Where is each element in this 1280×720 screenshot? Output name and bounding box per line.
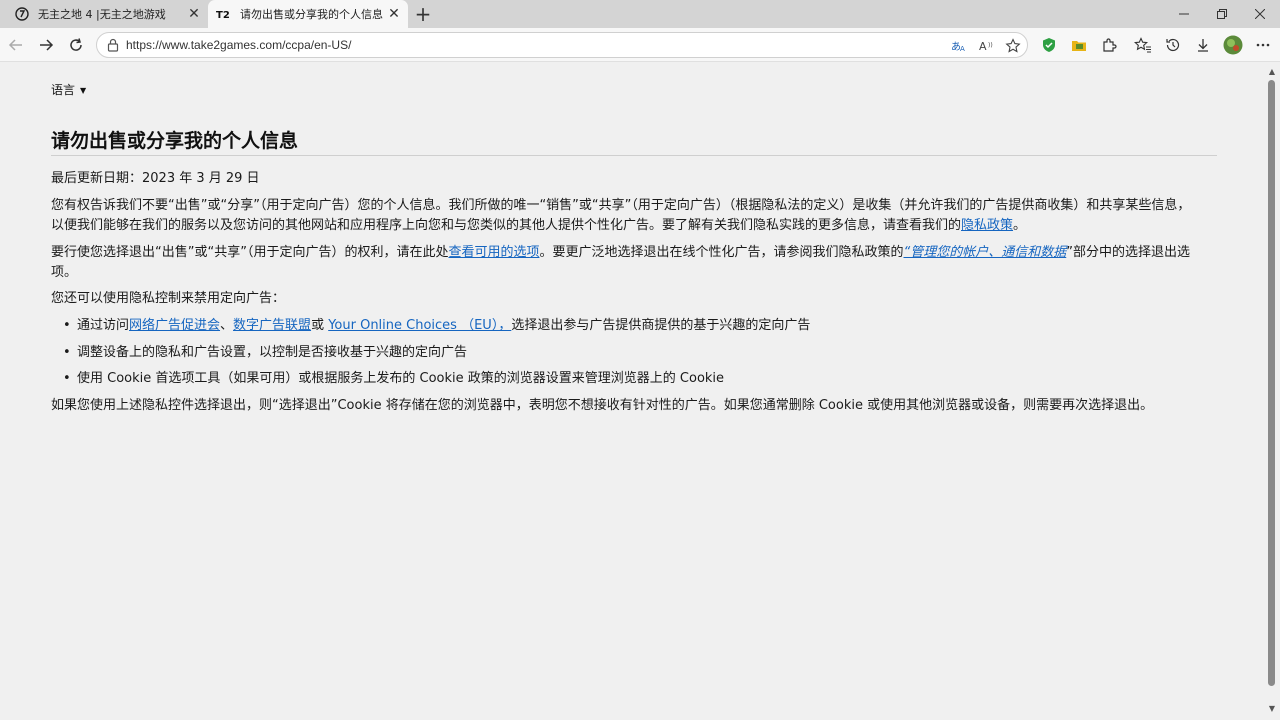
daa-link[interactable]: 数字广告联盟 (233, 318, 311, 333)
new-tab-button[interactable]: + (412, 2, 434, 26)
shield-extension-icon[interactable] (1037, 33, 1061, 57)
paragraph-4: 如果您使用上述隐私控件选择退出，则“选择退出”Cookie 将存储在您的浏览器中… (51, 398, 1154, 413)
refresh-icon (70, 38, 82, 51)
close-tab-icon[interactable]: ✕ (184, 4, 204, 24)
paragraph-1-line-1: 您有权告诉我们不要“出售”或“分享”（用于定向广告）您的个人信息。我们所做的唯一… (51, 198, 1191, 213)
forward-button[interactable] (32, 31, 60, 59)
refresh-button[interactable] (62, 31, 90, 59)
minimize-button[interactable] (1164, 0, 1204, 28)
profile-avatar[interactable] (1221, 33, 1245, 57)
tab-title: 无主之地 4 |无主之地游戏 (38, 8, 166, 21)
paragraph-1-line-2: 以便我们能够在我们的服务以及您访问的其他网站和应用程序上向您和与您类似的其他人提… (51, 218, 1027, 233)
last-updated: 最后更新日期：2023 年 3 月 29 日 (51, 171, 260, 186)
restore-button[interactable] (1202, 0, 1242, 28)
vertical-scrollbar[interactable]: ▲ ▼ (1265, 63, 1280, 717)
back-button[interactable] (2, 31, 30, 59)
translate-icon[interactable]: あA (949, 36, 969, 56)
forward-arrow-icon (40, 39, 54, 51)
your-online-choices-link[interactable]: Your Online Choices （EU）， (328, 318, 511, 333)
paragraph-2-line-1: 要行使您选择退出“出售”或“共享”（用于定向广告）的权利，请在此处查看可用的选项… (51, 245, 1190, 260)
scroll-down-icon[interactable]: ▼ (1267, 703, 1277, 713)
lock-icon (107, 38, 119, 52)
svg-text:A: A (979, 40, 987, 53)
paragraph-2-line-2: 项。 (51, 265, 78, 280)
list-item: • 调整设备上的隐私和广告设置，以控制是否接收基于兴趣的定向广告 (63, 343, 467, 363)
favorite-star-icon[interactable] (1003, 36, 1023, 56)
language-label: 语言 (51, 83, 76, 97)
extensions-puzzle-icon[interactable] (1097, 33, 1121, 57)
url-text[interactable]: https://www.take2games.com/ccpa/en-US/ (126, 38, 351, 52)
privacy-policy-link[interactable]: 隐私政策 (961, 218, 1013, 233)
svg-text:A: A (960, 45, 965, 53)
scroll-up-icon[interactable]: ▲ (1267, 66, 1277, 76)
bullet-icon: • (63, 371, 71, 386)
caret-down-icon: ▼ (80, 86, 87, 95)
manage-account-link[interactable]: “管理您的帐户、通信和数据 (903, 245, 1066, 260)
svg-text:T2: T2 (216, 10, 230, 20)
downloads-icon[interactable] (1191, 33, 1215, 57)
list-item: • 使用 Cookie 首选项工具（如果可用）或根据服务上发布的 Cookie 政… (63, 369, 724, 389)
list-item: • 通过访问网络广告促进会、数字广告联盟或 Your Online Choices… (63, 316, 810, 336)
tab-borderlands[interactable]: 无主之地 4 |无主之地游戏 ✕ (6, 0, 208, 28)
page-title: 请勿出售或分享我的个人信息 (51, 130, 299, 152)
more-options-icon[interactable] (1251, 33, 1275, 57)
read-aloud-icon[interactable]: A)) (977, 36, 997, 56)
browser-toolbar: https://www.take2games.com/ccpa/en-US/ あ… (0, 28, 1280, 62)
t2-logo-icon: T2 (216, 6, 232, 22)
address-bar[interactable]: https://www.take2games.com/ccpa/en-US/ あ… (96, 32, 1028, 58)
divider (51, 155, 1217, 156)
favorites-icon[interactable] (1131, 33, 1155, 57)
scrollbar-thumb[interactable] (1268, 80, 1275, 686)
paragraph-3: 您还可以使用隐私控制来禁用定向广告： (51, 291, 286, 306)
close-window-button[interactable] (1240, 0, 1280, 28)
nai-link[interactable]: 网络广告促进会 (129, 318, 220, 333)
tab-strip: 无主之地 4 |无主之地游戏 ✕ T2 请勿出售或分享我的个人信息 ✕ + (0, 0, 1280, 28)
history-icon[interactable] (1161, 33, 1185, 57)
bullet-icon: • (63, 345, 71, 360)
tab-ccpa[interactable]: T2 请勿出售或分享我的个人信息 ✕ (208, 0, 408, 28)
language-selector[interactable]: 语言 ▼ (51, 81, 86, 98)
tab-title: 请勿出售或分享我的个人信息 (240, 8, 383, 21)
svg-text:)): )) (988, 42, 993, 49)
view-options-link[interactable]: 查看可用的选项 (448, 245, 539, 260)
bullet-icon: • (63, 318, 71, 333)
close-tab-icon[interactable]: ✕ (384, 4, 404, 24)
take-two-circle-icon (14, 6, 30, 22)
page-content: 语言 ▼ 请勿出售或分享我的个人信息 最后更新日期：2023 年 3 月 29 日… (3, 63, 1265, 717)
extension-folder-icon[interactable] (1067, 33, 1091, 57)
back-arrow-icon (8, 39, 22, 51)
